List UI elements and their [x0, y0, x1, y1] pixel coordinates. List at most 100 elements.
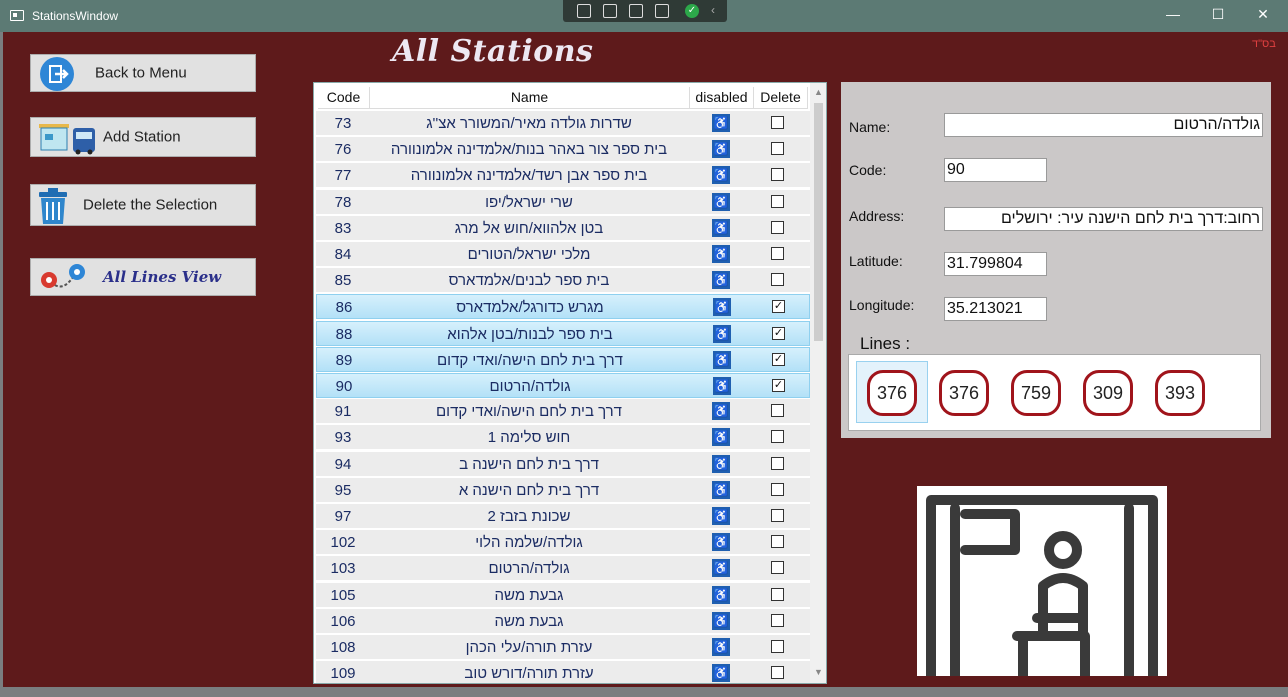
table-row[interactable]: 103 גולדה/הרטום ♿	[316, 556, 810, 582]
bus-station-illustration	[917, 486, 1167, 681]
delete-checkbox[interactable]	[771, 666, 784, 680]
table-row[interactable]: 77 בית ספר אבן רשד/אלמדינה אלמונוורה ♿	[316, 163, 810, 189]
lines-list[interactable]: 376 376 759 309 393	[848, 354, 1261, 431]
code-field[interactable]: 90	[944, 158, 1047, 182]
delete-checkbox[interactable]	[771, 220, 784, 234]
track-focus-icon[interactable]	[655, 4, 669, 18]
row-code: 76	[334, 141, 352, 159]
column-header-disabled[interactable]: disabled	[690, 87, 754, 109]
row-code: 106	[330, 612, 356, 630]
line-badge[interactable]: 309	[1083, 370, 1133, 416]
column-header-code[interactable]: Code	[318, 87, 370, 109]
wheelchair-icon: ♿	[713, 298, 731, 317]
name-field[interactable]: גולדה/הרטום	[944, 113, 1263, 137]
delete-checkbox[interactable]	[771, 116, 784, 129]
row-code: 95	[334, 481, 352, 499]
row-code: 88	[335, 325, 353, 343]
column-header-delete[interactable]: Delete	[754, 87, 808, 109]
close-button[interactable]: ✕	[1253, 6, 1273, 23]
table-row[interactable]: 78 שרי ישראל/יפו ♿	[316, 189, 810, 215]
delete-checkbox[interactable]	[771, 587, 784, 601]
delete-checkbox[interactable]	[771, 509, 784, 522]
page-title: All Stations	[392, 34, 594, 69]
delete-checkbox[interactable]	[771, 613, 784, 627]
table-row[interactable]: 76 בית ספר צור באהר בנות/אלמדינה אלמונוור…	[316, 137, 810, 163]
delete-checkbox[interactable]: ✓	[772, 300, 785, 314]
longitude-field[interactable]: 35.213021	[944, 297, 1047, 321]
delete-checkbox[interactable]	[771, 247, 784, 260]
stations-grid[interactable]: Code Name disabled Delete 73 שדרות גולדה …	[313, 82, 827, 684]
delete-checkbox[interactable]	[771, 273, 784, 287]
table-row[interactable]: 106 גבעת משה ♿	[316, 608, 810, 634]
latitude-field[interactable]: 31.799804	[944, 252, 1047, 276]
table-row[interactable]: 90 גולדה/הרטום ♿ ✓	[316, 373, 810, 398]
layout-adorner-icon[interactable]	[629, 4, 643, 18]
address-field[interactable]: רחוב:דרך בית לחם הישנה עיר: ירושלים	[944, 207, 1263, 231]
wheelchair-icon: ♿	[712, 507, 730, 525]
maximize-button[interactable]: ☐	[1208, 6, 1228, 23]
all-lines-view-button[interactable]: All Lines View	[30, 258, 256, 296]
table-row[interactable]: 83 בטן אלהווא/חוש אל מרג ♿	[316, 215, 810, 241]
table-row[interactable]: 91 דרך בית לחם הישה/ואדי קדום ♿	[316, 399, 810, 425]
table-row[interactable]: 85 בית ספר לבנים/אלמדארס ♿	[316, 268, 810, 294]
row-name: דרך בית לחם הישה/ואדי קדום	[436, 403, 622, 421]
add-station-button[interactable]: Add Station	[30, 117, 256, 157]
row-name: שדרות גולדה מאיר/המשורר אצ''ג	[426, 115, 632, 132]
wheelchair-icon: ♿	[712, 402, 730, 421]
station-details-panel: Name: גולדה/הרטום Code: 90 Address: רחוב…	[841, 82, 1271, 438]
back-to-menu-button[interactable]: Back to Menu	[30, 54, 256, 92]
wheelchair-icon: ♿	[712, 428, 730, 447]
delete-checkbox[interactable]	[771, 404, 784, 418]
delete-selection-button[interactable]: Delete the Selection	[30, 184, 256, 226]
taskbar-strip	[0, 687, 1288, 697]
delete-checkbox[interactable]	[771, 561, 784, 575]
delete-checkbox[interactable]	[771, 535, 784, 549]
row-name: גבעת משה	[494, 612, 564, 630]
select-element-icon[interactable]	[577, 4, 591, 18]
table-row[interactable]: 73 שדרות גולדה מאיר/המשורר אצ''ג ♿	[316, 111, 810, 136]
table-row[interactable]: 89 דרך בית לחם הישה/ואדי קדום ♿ ✓	[316, 346, 810, 372]
scroll-thumb[interactable]	[814, 103, 823, 341]
table-row[interactable]: 93 חוש סלימה 1 ♿	[316, 425, 810, 451]
delete-checkbox[interactable]	[771, 640, 784, 653]
table-row[interactable]: 102 גולדה/שלמה הלוי ♿	[316, 530, 810, 556]
delete-checkbox[interactable]	[771, 168, 784, 182]
delete-checkbox[interactable]: ✓	[772, 326, 785, 340]
table-row[interactable]: 88 בית ספר לבנות/בטן אלהוא ♿ ✓	[316, 320, 810, 346]
table-row[interactable]: 94 דרך בית לחם הישנה ב ♿	[316, 451, 810, 477]
binding-ok-icon[interactable]: ✓	[685, 4, 699, 18]
table-row[interactable]: 105 גבעת משה ♿	[316, 582, 810, 608]
row-code: 90	[335, 378, 353, 395]
name-label: Name:	[849, 119, 891, 135]
table-row[interactable]: 97 שכונת בזבז 2 ♿	[316, 504, 810, 529]
row-code: 102	[330, 534, 356, 552]
collapse-chevron-icon[interactable]: ‹	[711, 3, 725, 17]
table-row[interactable]: 109 עזרת תורה/דורש טוב ♿	[316, 661, 810, 683]
scroll-up-icon[interactable]: ▲	[814, 87, 823, 97]
row-name: עזרת תורה/דורש טוב	[464, 665, 594, 683]
delete-checkbox[interactable]	[771, 194, 784, 208]
line-badge[interactable]: 376	[939, 370, 989, 416]
delete-checkbox[interactable]	[771, 430, 784, 444]
row-code: 86	[335, 299, 353, 317]
wheelchair-icon: ♿	[713, 324, 731, 343]
delete-checkbox[interactable]	[771, 142, 784, 156]
cursor-icon[interactable]	[603, 4, 617, 18]
delete-checkbox[interactable]	[771, 456, 784, 470]
delete-checkbox[interactable]: ✓	[772, 352, 785, 366]
table-row[interactable]: 84 מלכי ישראל/הטורים ♿	[316, 242, 810, 267]
minimize-button[interactable]: —	[1163, 6, 1183, 22]
line-badge[interactable]: 759	[1011, 370, 1061, 416]
table-row[interactable]: 108 עזרת תורה/עלי הכהן ♿	[316, 635, 810, 660]
table-row[interactable]: 86 מגרש כדורגל/אלמדארס ♿ ✓	[316, 294, 810, 320]
row-name: גולדה/שלמה הלוי	[475, 534, 583, 552]
delete-checkbox[interactable]	[771, 482, 784, 496]
code-label: Code:	[849, 162, 887, 178]
grid-scrollbar[interactable]: ▲ ▼	[810, 83, 826, 683]
line-badge[interactable]: 393	[1155, 370, 1205, 416]
column-header-name[interactable]: Name	[370, 87, 690, 109]
scroll-down-icon[interactable]: ▼	[814, 667, 823, 677]
delete-checkbox[interactable]: ✓	[772, 379, 785, 392]
line-badge[interactable]: 376	[867, 370, 917, 416]
table-row[interactable]: 95 דרך בית לחם הישנה א ♿	[316, 477, 810, 503]
